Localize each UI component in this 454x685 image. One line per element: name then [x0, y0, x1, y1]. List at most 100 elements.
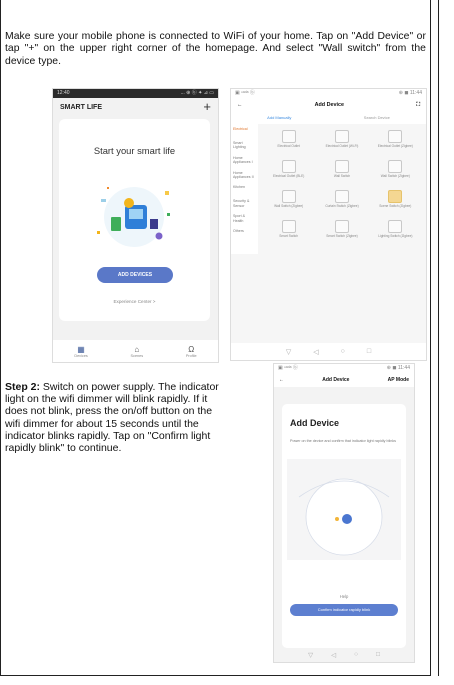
- back-arrow-icon[interactable]: ←: [237, 102, 242, 108]
- device-tile-label: Electrical Outlet (Zigbee): [377, 144, 413, 148]
- device-tile[interactable]: Electrical Outlet (BLE): [262, 160, 315, 188]
- switch-icon: [281, 160, 296, 173]
- device-tile-label: Electrical Outlet (BLE): [272, 174, 305, 178]
- profile-icon: Ω: [188, 344, 195, 354]
- device-tile-label: Wall Switch (Zigbee): [380, 174, 410, 178]
- device-tile[interactable]: Wall Switch: [315, 160, 368, 188]
- confirm-header-title: Add Device: [322, 377, 350, 383]
- nav-back-icon[interactable]: ◁: [313, 348, 318, 356]
- switch-icon: [281, 220, 296, 233]
- category-electrical[interactable]: Electrical: [231, 124, 258, 138]
- switch-icon: [334, 190, 349, 203]
- tab-add-manually[interactable]: Add Manually: [267, 115, 291, 120]
- status-right: ⊕ ◼ 11:44: [386, 365, 410, 371]
- device-tile[interactable]: Electrical Outlet (Zigbee): [369, 130, 422, 158]
- nav-home-icon[interactable]: ○: [354, 651, 358, 658]
- switch-icon: [281, 190, 296, 203]
- tab-search-device[interactable]: Search Device: [364, 115, 390, 120]
- status-left: ▣ ⁿᵃᵈᵃ ⓑ: [235, 90, 255, 96]
- nav-profile-label: Profile: [185, 353, 197, 358]
- status-bar: ▣ ⁿᵃᵈᵃ ⓑ ⊕ ◼ 11:44: [274, 364, 414, 373]
- category-appliances-2[interactable]: Home Appliances II: [231, 168, 258, 183]
- smart-life-home-screenshot: 12:40 ... ⊕ ⓑ ✦ ⊿ ▭ SMART LIFE + Start y…: [52, 88, 219, 363]
- confirm-blink-screenshot: ▣ ⁿᵃᵈᵃ ⓑ ⊕ ◼ 11:44 ← Add Device AP Mode …: [273, 363, 415, 663]
- step-2-paragraph: Step 2: Switch on power supply. The indi…: [5, 381, 225, 454]
- device-grid: Electrical Outlet Electrical Outlet (Wi-F…: [258, 124, 426, 254]
- device-tile-label: Smart Switch (Zigbee): [326, 234, 358, 238]
- help-link[interactable]: Help: [282, 594, 406, 599]
- status-icons: ... ⊕ ⓑ ✦ ⊿ ▭: [180, 90, 214, 96]
- device-tile[interactable]: Wall Switch (Zigbee): [262, 190, 315, 218]
- device-tile-label: Curtain Switch (Zigbee): [325, 204, 359, 208]
- card-title: Add Device: [290, 418, 340, 428]
- nav-recent-icon[interactable]: □: [367, 348, 371, 355]
- device-tile-label: Lighting Switch (Zigbee): [378, 234, 413, 238]
- device-tile[interactable]: Curtain Switch (Zigbee): [315, 190, 368, 218]
- switch-icon: [334, 160, 349, 173]
- category-appliances-1[interactable]: Home Appliances I: [231, 153, 258, 168]
- switch-icon: [334, 220, 349, 233]
- nav-profile[interactable]: Ω Profile: [186, 345, 197, 358]
- category-sidebar: Electrical Smart Lighting Home Appliance…: [231, 124, 258, 254]
- plus-icon[interactable]: +: [203, 100, 211, 113]
- add-device-catalogue-screenshot: ▣ ⁿᵃᵈᵃ ⓑ ⊕ ◼ 11:44 ← Add Device ⛶ Add Ma…: [230, 88, 427, 361]
- switch-icon: [388, 130, 403, 143]
- device-tile[interactable]: Smart Switch: [262, 220, 315, 248]
- device-tile-label: Electrical Outlet (Wi-Fi): [325, 144, 359, 148]
- blinking-device-illustration: [287, 459, 401, 560]
- device-tile-label: Wall Switch: [333, 174, 351, 178]
- bottom-nav: ▦ Devices ⌂ Scenes Ω Profile: [53, 340, 218, 362]
- experience-center-link[interactable]: Experience Center >: [59, 299, 210, 304]
- app-header: SMART LIFE +: [53, 98, 218, 116]
- android-nav: ▽ ◁ ○ □: [231, 343, 426, 360]
- status-time: 12:40: [57, 90, 70, 96]
- switch-icon: [281, 130, 296, 143]
- nav-recent-icon[interactable]: □: [376, 651, 380, 658]
- nav-home-icon[interactable]: ○: [341, 348, 345, 355]
- nav-scenes[interactable]: ⌂ Scenes: [131, 345, 144, 358]
- device-tile[interactable]: Wall Switch (Zigbee): [369, 160, 422, 188]
- device-tile[interactable]: Lighting Switch (Zigbee): [369, 220, 422, 248]
- device-tile-label: Smart Switch: [279, 234, 299, 238]
- confirm-card: Add Device Power on the device and confi…: [282, 404, 406, 648]
- catalogue-tabs: Add Manually Search Device: [231, 112, 426, 124]
- nav-devices-label: Devices: [74, 353, 88, 358]
- devices-illustration-icon: [97, 187, 170, 247]
- nav-down-icon[interactable]: ▽: [308, 651, 313, 659]
- device-tile[interactable]: Electrical Outlet: [262, 130, 315, 158]
- device-tile[interactable]: Electrical Outlet (Wi-Fi): [315, 130, 368, 158]
- category-others[interactable]: Others: [231, 226, 258, 240]
- nav-back-icon[interactable]: ◁: [331, 651, 336, 659]
- device-tile[interactable]: Smart Switch (Zigbee): [315, 220, 368, 248]
- dimmer-icon: [298, 478, 390, 556]
- confirm-blink-button[interactable]: Confirm indicator rapidly blink: [290, 604, 398, 616]
- empty-home-card: Start your smart life ADD DEVICES Experi…: [59, 119, 210, 321]
- catalogue-header: ← Add Device ⛶: [231, 98, 426, 112]
- switch-icon: [388, 160, 403, 173]
- switch-icon: [388, 220, 403, 233]
- status-bar: ▣ ⁿᵃᵈᵃ ⓑ ⊕ ◼ 11:44: [231, 89, 426, 98]
- category-lighting[interactable]: Smart Lighting: [231, 138, 258, 153]
- status-left: ▣ ⁿᵃᵈᵃ ⓑ: [278, 365, 298, 371]
- start-headline: Start your smart life: [93, 145, 176, 156]
- switch-icon: [334, 130, 349, 143]
- category-security[interactable]: Security & Sensor: [231, 196, 258, 211]
- nav-devices[interactable]: ▦ Devices: [74, 345, 88, 358]
- step-2-label: Step 2:: [5, 381, 41, 393]
- back-arrow-icon[interactable]: ←: [279, 377, 284, 383]
- nav-down-icon[interactable]: ▽: [286, 348, 291, 356]
- device-tile-label: Electrical Outlet: [277, 144, 300, 148]
- device-tile-label: Scene Switch (Zigbee): [379, 204, 412, 208]
- app-title: SMART LIFE: [60, 103, 102, 111]
- device-tile-label: Wall Switch (Zigbee): [274, 204, 304, 208]
- category-kitchen[interactable]: Kitchen: [231, 182, 258, 196]
- category-sport-health[interactable]: Sport & Health: [231, 211, 258, 226]
- add-devices-button[interactable]: ADD DEVICES: [97, 267, 173, 283]
- device-tile[interactable]: Scene Switch (Zigbee): [369, 190, 422, 218]
- android-nav: ▽ ◁ ○ □: [274, 647, 414, 662]
- scan-icon[interactable]: ⛶: [416, 102, 420, 109]
- intro-paragraph: Make sure your mobile phone is connected…: [5, 31, 426, 67]
- confirm-header: ← Add Device AP Mode: [274, 373, 414, 387]
- ap-mode-link[interactable]: AP Mode: [388, 377, 409, 383]
- status-bar: 12:40 ... ⊕ ⓑ ✦ ⊿ ▭: [53, 89, 218, 98]
